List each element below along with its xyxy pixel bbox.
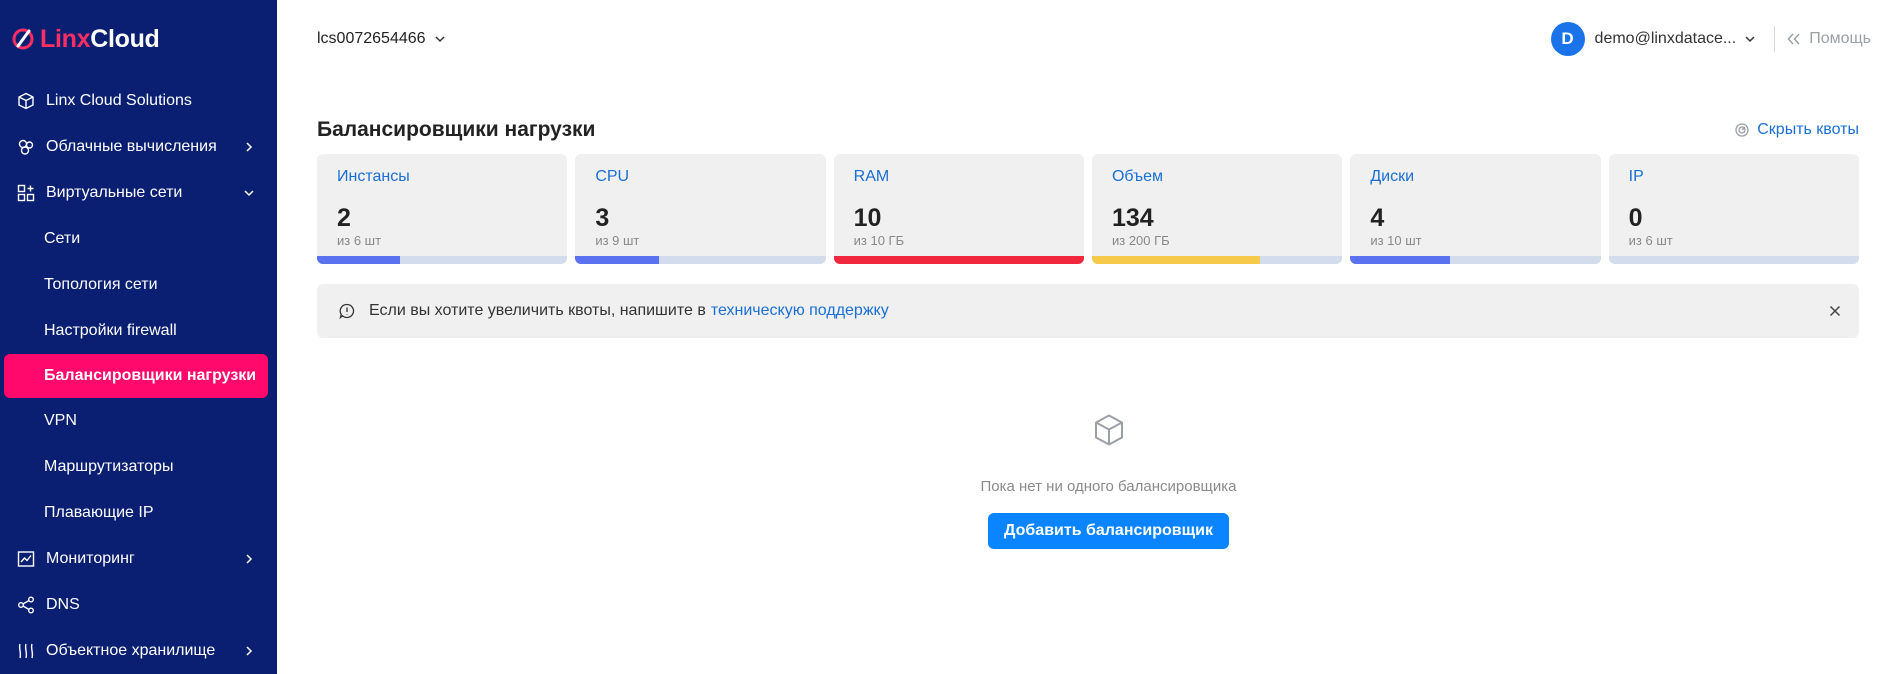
- chevron-right-icon: [243, 645, 255, 657]
- chevron-down-icon: [243, 187, 255, 199]
- empty-box-icon: [1092, 413, 1126, 452]
- network-icon: [16, 183, 36, 203]
- quota-card-volume: Объем 134 из 200 ГБ: [1091, 154, 1343, 264]
- quota-card-ip: IP 0 из 6 шт: [1608, 154, 1859, 264]
- project-name: lcs0072654466: [317, 30, 426, 47]
- user-menu[interactable]: demo@linxdatace...: [1595, 30, 1757, 48]
- quota-notice: Если вы хотите увеличить квоты, напишите…: [317, 284, 1859, 338]
- sidebar-subitem-routers[interactable]: Маршрутизаторы: [0, 444, 277, 490]
- quota-limit: из 10 шт: [1370, 233, 1422, 248]
- quota-limit: из 6 шт: [337, 233, 382, 248]
- support-link[interactable]: техническую поддержку: [711, 302, 889, 320]
- gauge-icon: [1735, 123, 1749, 137]
- avatar[interactable]: D: [1550, 22, 1585, 56]
- quota-progress-fill: [1350, 256, 1451, 264]
- cube-icon: [16, 91, 36, 111]
- quota-card-cpu: CPU 3 из 9 шт: [575, 154, 826, 264]
- quota-progress-fill: [1091, 256, 1260, 264]
- sidebar-item-object-storage[interactable]: Объектное хранилище: [0, 628, 277, 674]
- quota-card-disks: Диски 4 из 10 шт: [1350, 154, 1601, 264]
- cloud-compute-icon: [16, 137, 36, 157]
- main-content: lcs0072654466 D demo@linxdatace... Помощ…: [277, 0, 1885, 674]
- sidebar-subitem-vpn[interactable]: VPN: [0, 398, 277, 444]
- quota-value: 2: [337, 204, 351, 232]
- double-chevron-left-icon: [1787, 33, 1801, 45]
- sidebar-item-label: Облачные вычисления: [46, 138, 217, 155]
- page-header: Балансировщики нагрузки Скрыть квоты: [277, 78, 1885, 154]
- quota-title: IP: [1628, 168, 1644, 185]
- sidebar-subitem-floating-ip[interactable]: Плавающие IP: [0, 490, 277, 536]
- quota-title: Диски: [1370, 168, 1415, 185]
- sidebar-subitem-topology[interactable]: Топология сети: [0, 262, 277, 308]
- logo[interactable]: LinxCloud: [0, 0, 277, 78]
- chevron-down-icon: [434, 35, 446, 43]
- close-icon[interactable]: [1829, 305, 1841, 317]
- sidebar-item-label: DNS: [46, 596, 80, 613]
- empty-state-text: Пока нет ни одного балансировщика: [980, 478, 1237, 495]
- chevron-down-icon: [1744, 35, 1756, 43]
- quota-progress-bar: [317, 256, 568, 264]
- chevron-right-icon: [243, 141, 255, 153]
- topbar: lcs0072654466 D demo@linxdatace... Помощ…: [277, 0, 1885, 78]
- chevron-right-icon: [243, 553, 255, 565]
- quota-progress-fill: [575, 256, 659, 264]
- notice-text: Если вы хотите увеличить квоты, напишите…: [369, 302, 706, 319]
- quota-value: 10: [853, 204, 882, 232]
- sidebar-item-label: Мониторинг: [46, 550, 135, 567]
- divider: [1774, 26, 1776, 52]
- project-selector[interactable]: lcs0072654466: [317, 30, 446, 48]
- quota-limit: из 6 шт: [1628, 233, 1673, 248]
- logo-text-linx: Linx: [40, 24, 91, 53]
- add-load-balancer-button[interactable]: Добавить балансировщик: [988, 513, 1229, 549]
- sidebar-nav: Linx Cloud Solutions Облачные вычисления…: [0, 78, 277, 674]
- share-icon: [16, 595, 36, 615]
- quota-progress-bar: [1350, 256, 1601, 264]
- sidebar-item-dns[interactable]: DNS: [0, 582, 277, 628]
- sidebar-item-label: Linx Cloud Solutions: [46, 92, 192, 109]
- quota-card-instances: Инстансы 2 из 6 шт: [317, 154, 568, 264]
- empty-state: Пока нет ни одного балансировщика Добави…: [277, 413, 1885, 549]
- hide-quotas-label: Скрыть квоты: [1757, 121, 1859, 138]
- sidebar-item-virtual-networks[interactable]: Виртуальные сети: [0, 170, 277, 216]
- sidebar-subitem-firewall[interactable]: Настройки firewall: [0, 308, 277, 354]
- quota-title: Инстансы: [337, 168, 410, 185]
- quota-progress-bar: [575, 256, 826, 264]
- quota-value: 0: [1628, 204, 1643, 232]
- sidebar-item-cloud-compute[interactable]: Облачные вычисления: [0, 124, 277, 170]
- sidebar: LinxCloud Linx Cloud Solutions Облачные …: [0, 0, 277, 674]
- sidebar-subitem-networks[interactable]: Сети: [0, 216, 277, 262]
- chart-icon: [16, 549, 36, 569]
- logo-mark-icon: [10, 26, 36, 52]
- sidebar-item-label: Объектное хранилище: [46, 642, 216, 659]
- quota-title: CPU: [595, 168, 630, 185]
- sidebar-item-label: Виртуальные сети: [46, 184, 183, 201]
- sidebar-item-monitoring[interactable]: Мониторинг: [0, 536, 277, 582]
- quota-progress-bar: [1608, 256, 1859, 264]
- storage-icon: [16, 641, 36, 661]
- quota-progress-fill: [317, 256, 401, 264]
- quota-title: RAM: [853, 168, 890, 185]
- user-email: demo@linxdatace...: [1594, 30, 1737, 47]
- quota-value: 3: [595, 204, 610, 232]
- quota-limit: из 10 ГБ: [853, 233, 905, 248]
- quota-cards: Инстансы 2 из 6 шт CPU 3 из 9 шт RAM 10 …: [277, 154, 1885, 264]
- chat-bubble-icon: [339, 303, 355, 319]
- quota-progress-fill: [833, 256, 1084, 264]
- quota-value: 134: [1111, 204, 1154, 232]
- hide-quotas-button[interactable]: Скрыть квоты: [1735, 121, 1859, 139]
- quota-limit: из 9 шт: [595, 233, 640, 248]
- help-button[interactable]: Помощь: [1787, 30, 1871, 48]
- quota-value: 4: [1370, 204, 1385, 232]
- quota-limit: из 200 ГБ: [1111, 233, 1170, 248]
- sidebar-item-linx-cloud-solutions[interactable]: Linx Cloud Solutions: [0, 78, 277, 124]
- quota-progress-bar: [1091, 256, 1343, 264]
- quota-progress-bar: [833, 256, 1084, 264]
- sidebar-subitem-load-balancers[interactable]: Балансировщики нагрузки: [4, 354, 268, 398]
- quota-title: Объем: [1111, 168, 1163, 185]
- quota-card-ram: RAM 10 из 10 ГБ: [833, 154, 1084, 264]
- help-label: Помощь: [1809, 30, 1871, 47]
- page-title: Балансировщики нагрузки: [317, 118, 596, 141]
- logo-text-cloud: Cloud: [90, 24, 160, 53]
